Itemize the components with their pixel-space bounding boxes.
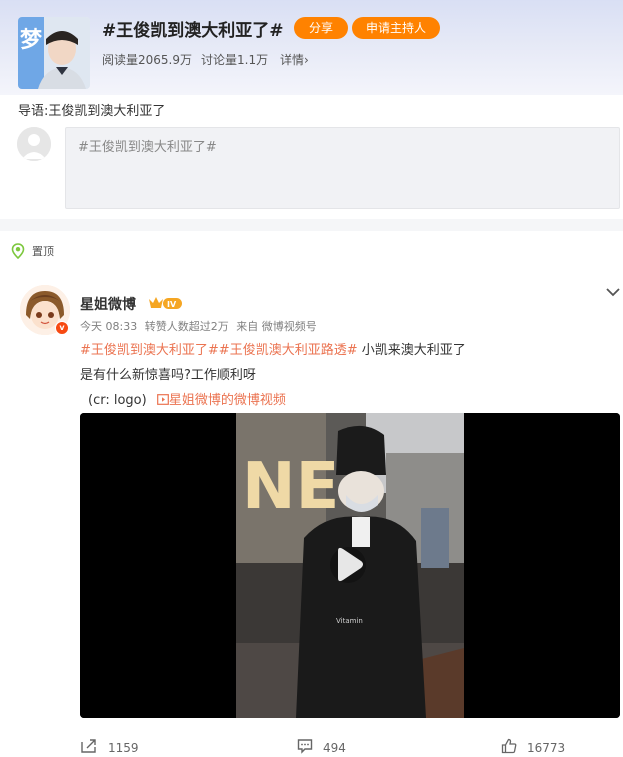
- share-button[interactable]: 分享: [294, 17, 348, 39]
- post-text-1: 小凯来澳大利亚了: [357, 343, 466, 358]
- repost-icon: [80, 738, 98, 757]
- section-divider: [0, 219, 623, 231]
- topic-intro: 导语:王俊凯到澳大利亚了: [18, 100, 165, 119]
- post-source[interactable]: 来自 微博视频号: [236, 320, 317, 333]
- svg-text:梦: 梦: [20, 27, 43, 53]
- post-time[interactable]: 今天 08:33: [80, 320, 137, 333]
- topic-avatar[interactable]: 梦: [18, 17, 90, 89]
- details-link[interactable]: 详情›: [280, 51, 309, 68]
- verified-badge: v: [55, 321, 69, 335]
- video-link-text[interactable]: 星姐微博的微博视频: [169, 393, 286, 408]
- chevron-down-icon[interactable]: [606, 282, 620, 301]
- svg-text:IV: IV: [167, 300, 177, 309]
- video-link[interactable]: 星姐微博的微博视频: [156, 393, 286, 409]
- svg-text:NE: NE: [242, 450, 339, 524]
- video-link-icon: [156, 394, 169, 409]
- comment-icon: [297, 738, 313, 757]
- play-icon: [330, 547, 366, 583]
- post-text-line2: 是有什么新惊喜吗?工作顺利呀: [80, 368, 256, 383]
- post-composer-input[interactable]: #王俊凯到澳大利亚了#: [65, 127, 620, 209]
- post-likes-over: 转赞人数超过2万: [144, 320, 229, 333]
- pinned-label: 置顶: [32, 245, 54, 258]
- post-text-line3: (cr: logo) 星姐微博的微博视频: [88, 389, 286, 409]
- topic-title: #王俊凯到澳大利亚了#: [102, 21, 284, 41]
- apply-host-button[interactable]: 申请主持人: [352, 17, 440, 39]
- username-text[interactable]: 星姐微博: [80, 297, 136, 313]
- credit-text: (cr: logo): [88, 393, 147, 408]
- pin-icon: [10, 243, 26, 260]
- post-username[interactable]: 星姐微博 IV: [80, 294, 183, 315]
- repost-count: 1159: [108, 740, 139, 755]
- video-player[interactable]: NE Vitamin: [80, 413, 620, 718]
- comment-count: 494: [323, 740, 346, 755]
- hashtag-link-1[interactable]: #王俊凯到澳大利亚了#: [80, 343, 219, 358]
- svg-text:Vitamin: Vitamin: [336, 617, 363, 625]
- level-badge: IV: [147, 295, 183, 315]
- discussion-count: 讨论量1.1万: [201, 53, 269, 67]
- like-count: 16773: [527, 740, 566, 755]
- like-action[interactable]: 16773: [501, 738, 565, 757]
- read-count: 阅读量2065.9万: [102, 53, 192, 67]
- pinned-row: 置顶: [10, 241, 54, 261]
- hashtag-link-2[interactable]: #王俊凯澳大利亚路透#: [219, 343, 358, 358]
- like-icon: [501, 738, 517, 757]
- topic-header: [0, 0, 623, 95]
- intro-text: 王俊凯到澳大利亚了: [48, 104, 166, 119]
- post-text-line1: #王俊凯到澳大利亚了##王俊凯澳大利亚路透# 小凯来澳大利亚了: [80, 339, 466, 358]
- post-meta: 今天 08:33 转赞人数超过2万 来自 微博视频号: [80, 318, 317, 334]
- comment-action[interactable]: 494: [297, 738, 346, 757]
- repost-action[interactable]: 1159: [80, 738, 139, 757]
- intro-label: 导语:: [18, 104, 49, 119]
- composer-avatar: [17, 127, 51, 161]
